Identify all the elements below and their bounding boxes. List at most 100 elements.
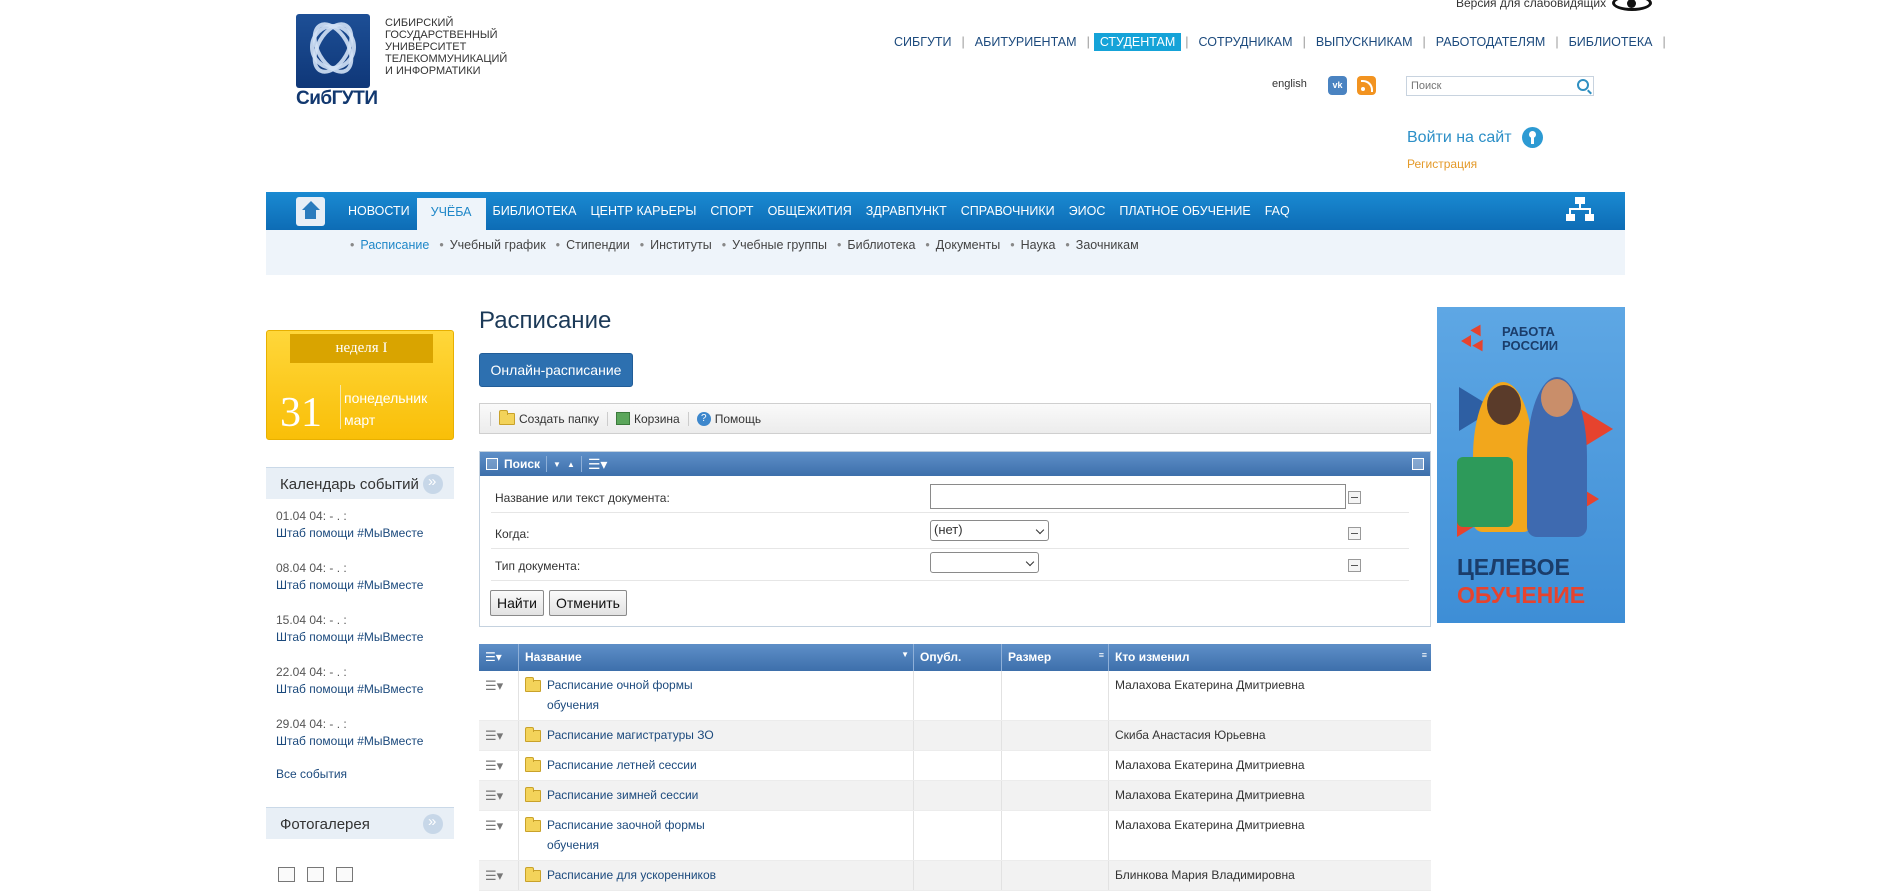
arrow-icon[interactable] bbox=[423, 473, 443, 494]
nav-sport[interactable]: СПОРТ bbox=[703, 192, 760, 230]
table-row[interactable]: ☰▾ Расписание магистратуры ЗО Скиба Анас… bbox=[479, 721, 1431, 751]
event-item[interactable]: 29.04 04: - . : Штаб помощи #МыВместе bbox=[276, 716, 423, 750]
nav-news[interactable]: НОВОСТИ bbox=[341, 192, 417, 230]
table-row[interactable]: ☰▾ Расписание зимней сессии Малахова Ека… bbox=[479, 781, 1431, 811]
top-nav-students[interactable]: СТУДЕНТАМ bbox=[1093, 33, 1182, 51]
top-nav-graduates[interactable]: ВЫПУСКНИКАМ bbox=[1310, 33, 1419, 51]
top-nav-employers[interactable]: РАБОТОДАТЕЛЯМ bbox=[1430, 33, 1552, 51]
top-nav: СИБГУТИ | АБИТУРИЕНТАМ | СТУДЕНТАМ | СОТРУД… bbox=[888, 33, 1670, 51]
doc-type-select[interactable] bbox=[930, 552, 1039, 573]
trash-button[interactable]: Корзина bbox=[607, 411, 688, 426]
sitemap-icon[interactable] bbox=[1566, 197, 1594, 225]
column-menu-icon[interactable]: ☰▾ bbox=[479, 644, 519, 671]
grid-view-icon[interactable] bbox=[278, 867, 295, 882]
row-menu-icon[interactable]: ☰▾ bbox=[479, 671, 519, 720]
column-modified-by[interactable]: Кто изменил ≡ bbox=[1109, 644, 1431, 671]
login-link[interactable]: Войти на сайт bbox=[1407, 127, 1543, 148]
folder-icon bbox=[499, 409, 515, 425]
row-menu-icon[interactable]: ☰▾ bbox=[479, 861, 519, 890]
tile-view-icon[interactable] bbox=[307, 867, 324, 882]
day-name: понедельник март bbox=[344, 390, 428, 428]
table-row[interactable]: ☰▾ Расписание для ускоренников Блинкова … bbox=[479, 861, 1431, 891]
subnav-study-plan[interactable]: Учебный график bbox=[439, 238, 555, 252]
search-icon[interactable] bbox=[1577, 79, 1589, 91]
sort-down-icon[interactable]: ▼ bbox=[553, 460, 561, 469]
subnav-library[interactable]: Библиотека bbox=[837, 238, 925, 252]
table-row[interactable]: ☰▾ Расписание летней сессии Малахова Ека… bbox=[479, 751, 1431, 781]
checkbox[interactable] bbox=[486, 458, 498, 470]
row-name-link[interactable]: Расписание очной формы обучения bbox=[547, 675, 717, 713]
subnav-institutes[interactable]: Институты bbox=[640, 238, 722, 252]
nav-medical[interactable]: ЗДРАВПУНКТ bbox=[859, 192, 954, 230]
nav-directories[interactable]: СПРАВОЧНИКИ bbox=[954, 192, 1062, 230]
row-menu-icon[interactable]: ☰▾ bbox=[479, 811, 519, 860]
event-item[interactable]: 15.04 04: - . : Штаб помощи #МыВместе bbox=[276, 612, 423, 646]
folder-icon bbox=[525, 867, 541, 882]
menu-icon[interactable]: ☰▾ bbox=[588, 456, 608, 473]
row-menu-icon[interactable]: ☰▾ bbox=[479, 721, 519, 750]
list-view-icon[interactable] bbox=[336, 867, 353, 882]
university-name: СИБИРСКИЙ ГОСУДАРСТВЕННЫЙ УНИВЕРСИТЕТ ТЕ… bbox=[385, 17, 508, 77]
subnav-schedule[interactable]: Расписание bbox=[350, 238, 439, 252]
nav-paid-education[interactable]: ПЛАТНОЕ ОБУЧЕНИЕ bbox=[1112, 192, 1257, 230]
remove-field-icon[interactable] bbox=[1348, 527, 1361, 540]
column-published[interactable]: Опубл. bbox=[914, 644, 1002, 671]
documents-table: ☰▾ Название ▼ Опубл. Размер ≡ Кто изменил ≡… bbox=[479, 644, 1431, 891]
nav-dormitory[interactable]: ОБЩЕЖИТИЯ bbox=[761, 192, 859, 230]
all-events-link[interactable]: Все события bbox=[276, 767, 347, 781]
events-calendar-header[interactable]: Календарь событий bbox=[266, 467, 454, 499]
online-schedule-button[interactable]: Онлайн-расписание bbox=[479, 353, 633, 387]
table-row[interactable]: ☰▾ Расписание очной формы обучения Малах… bbox=[479, 671, 1431, 721]
table-row[interactable]: ☰▾ Расписание заочной формы обучения Мал… bbox=[479, 811, 1431, 861]
create-folder-button[interactable]: Создать папку bbox=[490, 409, 607, 426]
register-link[interactable]: Регистрация bbox=[1407, 157, 1477, 171]
top-nav-staff[interactable]: СОТРУДНИКАМ bbox=[1193, 33, 1299, 51]
top-nav-applicants[interactable]: АБИТУРИЕНТАМ bbox=[969, 33, 1083, 51]
row-menu-icon[interactable]: ☰▾ bbox=[479, 751, 519, 780]
subnav-correspondence[interactable]: Заочникам bbox=[1065, 238, 1148, 252]
event-item[interactable]: 08.04 04: - . : Штаб помощи #МыВместе bbox=[276, 560, 423, 594]
row-menu-icon[interactable]: ☰▾ bbox=[479, 781, 519, 810]
english-link[interactable]: english bbox=[1272, 78, 1307, 90]
event-item[interactable]: 22.04 04: - . : Штаб помощи #МыВместе bbox=[276, 664, 423, 698]
cancel-button[interactable]: Отменить bbox=[549, 590, 627, 616]
nav-faq[interactable]: FAQ bbox=[1258, 192, 1297, 230]
nav-study[interactable]: УЧЁБА bbox=[416, 198, 486, 230]
nav-career[interactable]: ЦЕНТР КАРЬЕРЫ bbox=[583, 192, 703, 230]
vk-icon[interactable]: vk bbox=[1328, 76, 1347, 95]
accessibility-link[interactable]: Версия для слабовидящих bbox=[1456, 0, 1653, 11]
sort-up-icon[interactable]: ▲ bbox=[567, 460, 575, 469]
site-search bbox=[1406, 76, 1594, 96]
subnav-groups[interactable]: Учебные группы bbox=[722, 238, 837, 252]
arrow-icon[interactable] bbox=[423, 813, 443, 834]
subnav-documents[interactable]: Документы bbox=[925, 238, 1010, 252]
rss-icon[interactable] bbox=[1357, 76, 1376, 95]
row-name-link[interactable]: Расписание заочной формы обучения bbox=[547, 815, 717, 853]
remove-field-icon[interactable] bbox=[1348, 559, 1361, 572]
home-icon[interactable] bbox=[296, 196, 325, 226]
row-name-link[interactable]: Расписание для ускоренников bbox=[547, 868, 716, 883]
document-text-input[interactable] bbox=[930, 484, 1346, 509]
row-name-link[interactable]: Расписание летней сессии bbox=[547, 758, 697, 773]
collapse-icon[interactable] bbox=[1412, 458, 1424, 470]
top-nav-library[interactable]: БИБЛИОТЕКА bbox=[1563, 33, 1659, 51]
university-logo[interactable]: СибГУТИ bbox=[296, 14, 378, 109]
nav-eios[interactable]: ЭИОС bbox=[1062, 192, 1113, 230]
find-button[interactable]: Найти bbox=[490, 590, 544, 616]
targeted-education-banner[interactable]: РАБОТА РОССИИ ЦЕЛЕВОЕ ОБУЧЕНИЕ bbox=[1437, 307, 1625, 623]
remove-field-icon[interactable] bbox=[1348, 491, 1361, 504]
folder-icon bbox=[525, 817, 541, 832]
subnav-science[interactable]: Наука bbox=[1010, 238, 1065, 252]
search-input[interactable] bbox=[1407, 77, 1567, 95]
column-name[interactable]: Название ▼ bbox=[519, 644, 914, 671]
when-select[interactable]: (нет) bbox=[930, 520, 1049, 541]
event-item[interactable]: 01.04 04: - . : Штаб помощи #МыВместе bbox=[276, 508, 423, 542]
photo-gallery-header[interactable]: Фотогалерея bbox=[266, 807, 454, 839]
column-size[interactable]: Размер ≡ bbox=[1002, 644, 1109, 671]
help-button[interactable]: ? Помощь bbox=[687, 411, 769, 426]
subnav-scholarships[interactable]: Стипендии bbox=[556, 238, 640, 252]
row-name-link[interactable]: Расписание магистратуры ЗО bbox=[547, 728, 714, 743]
row-name-link[interactable]: Расписание зимней сессии bbox=[547, 788, 698, 803]
nav-library[interactable]: БИБЛИОТЕКА bbox=[486, 192, 584, 230]
top-nav-sibguti[interactable]: СИБГУТИ bbox=[888, 33, 958, 51]
